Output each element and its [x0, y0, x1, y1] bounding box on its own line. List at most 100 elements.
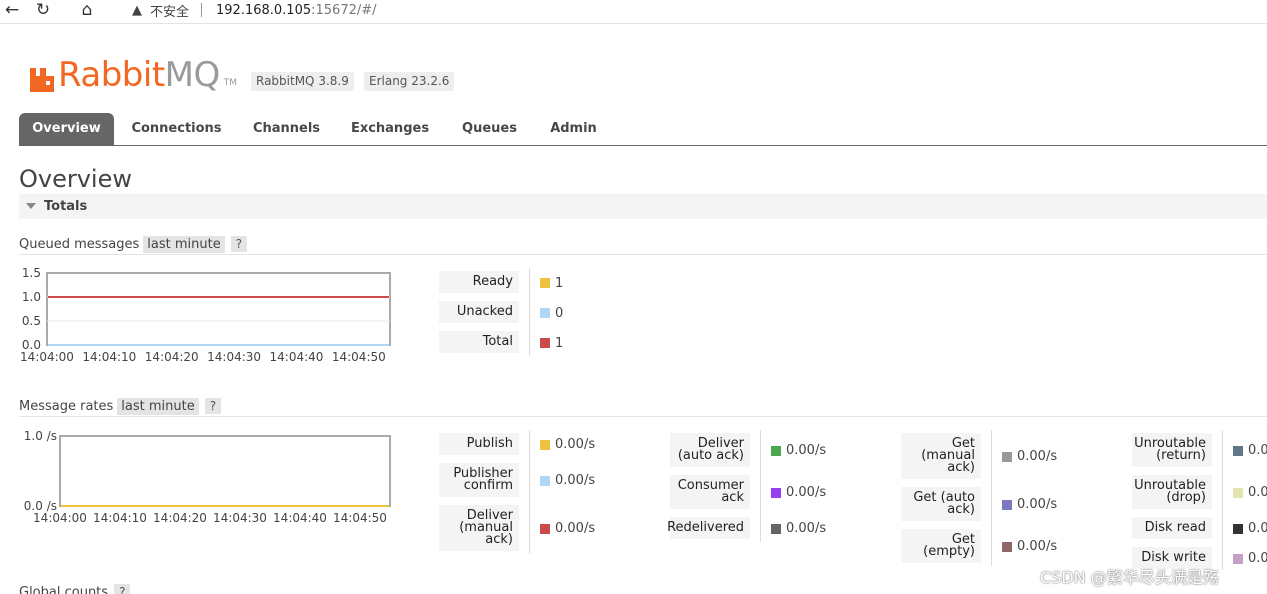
rates-x-tick-label: 14:04:30: [213, 511, 267, 525]
queued-x-tick-label: 14:04:40: [270, 350, 324, 364]
legend-consumer-ack-value: 0.00/s: [786, 485, 827, 500]
legend-redelivered-value: 0.00/s: [786, 521, 827, 536]
legend-get-manual-ack-value: 0.00/s: [1017, 449, 1058, 464]
legend-deliver-manual-ack-swatch: [540, 524, 550, 534]
legend-unacked-swatch: [540, 308, 550, 318]
legend-disk-read-swatch: [1233, 524, 1243, 534]
legend-redelivered-swatch: [771, 524, 781, 534]
watermark: CSDN @繁华尽头满是殇: [1040, 568, 1219, 587]
rates-plot-area: [59, 435, 391, 507]
legend-get-auto-ack-swatch: [1002, 500, 1012, 510]
browser-bar: ← ↻ ⌂ ▲ 不安全 192.168.0.105 :15672/#/: [0, 0, 1267, 24]
legend-disk-write-value: 0.0: [1248, 551, 1267, 566]
reload-icon[interactable]: ↻: [31, 0, 55, 20]
rates-divider: [19, 416, 1267, 417]
warning-icon: ▲: [132, 2, 142, 18]
queued-messages-chart: 1.51.00.50.014:04:00 14:04:10 14:04:20 14:0…: [20, 266, 391, 364]
tab-admin[interactable]: Admin: [541, 113, 606, 145]
legend-get-manual-ack-label: Get (manual ack): [901, 433, 981, 479]
rates-x-tick-label: 14:04:20: [153, 511, 207, 525]
legend-separator: [529, 268, 530, 356]
url-path: :15672/#/: [311, 2, 377, 18]
tab-connections[interactable]: Connections: [124, 113, 229, 145]
tab-channels[interactable]: Channels: [244, 113, 329, 145]
legend-publish-swatch: [540, 440, 550, 450]
rates-y-tick-label: 1.0 /s: [24, 429, 57, 443]
queued-messages-title: Queued messages: [19, 236, 140, 252]
legend-consumer-ack-swatch: [771, 488, 781, 498]
legend-publisher-confirm-label: Publisher confirm: [439, 463, 519, 497]
rabbitmq-logo: RabbitMQ TM: [30, 52, 237, 92]
legend-separator-1: [529, 430, 530, 554]
tab-overview[interactable]: Overview: [19, 113, 114, 145]
legend-unroutable-return-label: Unroutable (return): [1132, 433, 1212, 467]
legend-unroutable-return-swatch: [1233, 446, 1243, 456]
legend-get-empty-value: 0.00/s: [1017, 539, 1058, 554]
legend-ready-label: Ready: [439, 271, 519, 293]
legend-disk-read-label: Disk read: [1132, 517, 1212, 539]
global-counts-heading: Global counts ?: [19, 582, 131, 594]
global-counts-help-button[interactable]: ?: [114, 584, 131, 594]
queued-y-tick-label: 0.5: [22, 314, 41, 328]
collapse-triangle-icon: [26, 203, 36, 209]
logo-trademark: TM: [223, 78, 238, 88]
rates-x-tick-label: 14:04:00: [33, 511, 87, 525]
home-icon[interactable]: ⌂: [75, 0, 99, 20]
legend-disk-read-value: 0.0: [1248, 521, 1267, 536]
legend-publisher-confirm-swatch: [540, 476, 550, 486]
legend-deliver-auto-ack-label: Deliver (auto ack): [670, 433, 750, 467]
legend-total-label: Total: [439, 331, 519, 353]
logo-text-rabbit: Rabbit: [58, 55, 165, 95]
legend-unroutable-drop-label: Unroutable (drop): [1132, 475, 1212, 509]
legend-deliver-auto-ack-swatch: [771, 446, 781, 456]
address-bar[interactable]: ▲ 不安全 192.168.0.105 :15672/#/: [118, 0, 1267, 20]
queued-range-selector[interactable]: last minute: [143, 235, 225, 253]
global-counts-title: Global counts: [19, 584, 109, 594]
queued-y-tick-label: 1.0: [22, 290, 41, 304]
rates-x-tick-label: 14:04:50: [333, 511, 387, 525]
message-rates-heading: Message rates last minute ?: [19, 396, 222, 416]
message-rates-title: Message rates: [19, 398, 114, 414]
rates-range-selector[interactable]: last minute: [117, 397, 199, 415]
queued-messages-heading: Queued messages last minute ?: [19, 234, 248, 254]
legend-consumer-ack-label: Consumer ack: [670, 475, 750, 509]
address-divider: [201, 3, 203, 17]
rabbitmq-logo-icon: [30, 62, 56, 92]
rates-help-button[interactable]: ?: [204, 398, 222, 414]
message-rates-chart: 1.0 /s0.0 /s14:04:00 14:04:10 14:04:20 14:0…: [24, 429, 391, 525]
legend-unacked-label: Unacked: [439, 301, 519, 323]
legend-ready-swatch: [540, 278, 550, 288]
security-label: 不安全: [150, 4, 190, 20]
tab-queues[interactable]: Queues: [452, 113, 527, 145]
legend-separator-3: [991, 430, 992, 566]
legend-deliver-manual-ack-value: 0.00/s: [555, 521, 596, 536]
totals-section-header[interactable]: Totals: [19, 194, 1267, 219]
legend-unroutable-return-value: 0.0: [1248, 443, 1267, 458]
queued-divider: [19, 254, 1267, 255]
tab-exchanges[interactable]: Exchanges: [344, 113, 436, 145]
page-title: Overview: [19, 165, 132, 193]
legend-publisher-confirm-value: 0.00/s: [555, 473, 596, 488]
legend-get-auto-ack-label: Get (auto ack): [901, 487, 981, 521]
rabbitmq-version-badge: RabbitMQ 3.8.9: [251, 72, 354, 91]
queued-help-button[interactable]: ?: [230, 236, 248, 252]
url-host: 192.168.0.105: [216, 2, 312, 18]
queued-x-tick-label: 14:04:30: [207, 350, 261, 364]
legend-publish-label: Publish: [439, 433, 519, 455]
legend-publish-value: 0.00/s: [555, 437, 596, 452]
legend-get-empty-swatch: [1002, 542, 1012, 552]
main-tabs: Overview Connections Channels Exchanges …: [19, 113, 1267, 146]
back-icon[interactable]: ←: [0, 0, 24, 20]
queued-x-tick-label: 14:04:20: [145, 350, 199, 364]
legend-ready-value: 1: [555, 276, 564, 291]
legend-deliver-auto-ack-value: 0.00/s: [786, 443, 827, 458]
erlang-version-badge: Erlang 23.2.6: [364, 72, 455, 91]
queued-y-tick-label: 1.5: [22, 266, 41, 280]
legend-redelivered-label: Redelivered: [667, 517, 750, 539]
legend-deliver-manual-ack-label: Deliver (manual ack): [439, 505, 519, 551]
legend-unacked-value: 0: [555, 306, 564, 321]
rates-x-tick-label: 14:04:40: [273, 511, 327, 525]
logo-text-mq: MQ: [164, 55, 221, 95]
queued-plot-area: [46, 272, 391, 346]
legend-get-manual-ack-swatch: [1002, 452, 1012, 462]
